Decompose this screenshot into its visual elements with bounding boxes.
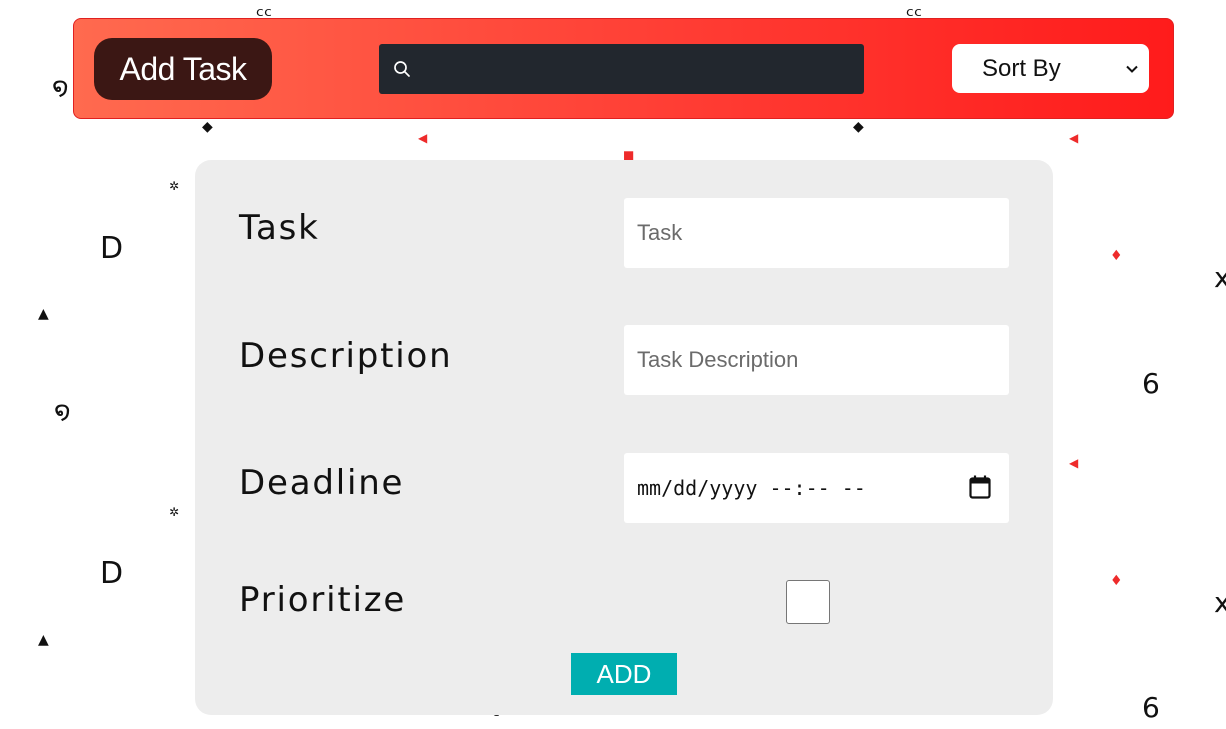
calendar-icon[interactable] — [969, 475, 991, 499]
decoration-shape: ◆ — [853, 119, 864, 135]
add-task-button[interactable]: Add Task — [94, 38, 272, 100]
search-icon — [394, 61, 410, 77]
task-input[interactable] — [624, 198, 1009, 268]
decoration-shape: ◀ — [418, 131, 428, 145]
decoration-shape: ◀ — [1069, 456, 1079, 470]
decoration-shape: 6 — [1142, 691, 1160, 724]
description-label: Description — [239, 336, 453, 376]
decoration-shape: D — [100, 556, 124, 591]
decoration-shape: ▲ — [38, 306, 49, 322]
decoration-shape: 6 — [1142, 367, 1160, 400]
deadline-value: mm/dd/yyyy --:-- -- — [637, 476, 866, 500]
prioritize-label: Prioritize — [239, 580, 407, 620]
decoration-shape: x — [1214, 261, 1226, 294]
deadline-datetime-input[interactable]: mm/dd/yyyy --:-- -- — [624, 453, 1009, 523]
decoration-shape: ໑ — [52, 72, 69, 102]
decoration-shape: ◀ — [1069, 131, 1079, 145]
sort-by-selected-value: Sort By — [982, 54, 1061, 82]
decoration-shape: ໑ — [54, 396, 71, 426]
decoration-shape: ▲ — [38, 632, 49, 648]
chevron-down-icon — [1126, 65, 1138, 73]
task-label: Task — [239, 208, 320, 248]
decoration-shape: ✲ — [169, 505, 180, 519]
decoration-shape: D — [100, 231, 124, 266]
decoration-shape: ✲ — [169, 179, 180, 193]
prioritize-checkbox[interactable] — [786, 580, 830, 624]
search-bar[interactable] — [379, 44, 864, 96]
deadline-label: Deadline — [239, 463, 405, 503]
add-button[interactable]: ADD — [571, 653, 677, 695]
top-bar: Add Task Sort By — [73, 18, 1174, 119]
add-task-form: Task Description Deadline mm/dd/yyyy --:… — [195, 160, 1053, 715]
decoration-shape: ♦ — [1110, 573, 1123, 589]
description-input[interactable] — [624, 325, 1009, 395]
sort-by-select[interactable]: Sort By — [952, 44, 1149, 93]
decoration-shape: x — [1214, 586, 1226, 619]
decoration-shape: ◆ — [202, 119, 213, 135]
search-input[interactable] — [423, 44, 854, 96]
decoration-shape: ♦ — [1110, 248, 1123, 264]
